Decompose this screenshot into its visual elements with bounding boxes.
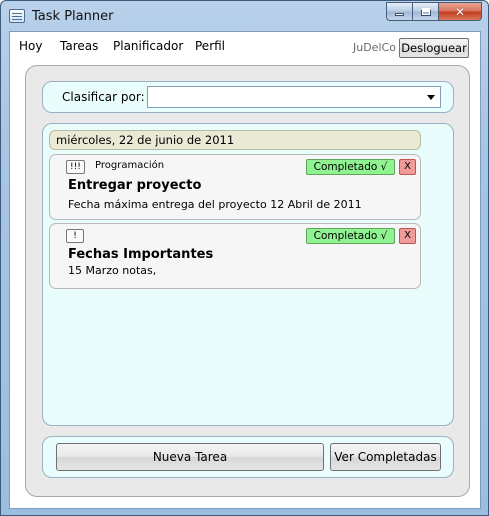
sort-label: Clasificar por: — [62, 90, 145, 104]
menu-bar: Hoy Tareas Planificador Perfil JuDelCo D… — [10, 32, 480, 60]
new-task-button[interactable]: Nueva Tarea — [56, 443, 324, 471]
minimize-button[interactable] — [386, 2, 413, 21]
completed-button[interactable]: Completado √ — [306, 228, 395, 244]
window-frame: Task Planner ✕ Hoy Tareas Planificador P… — [0, 0, 489, 516]
task-card: ! Completado √ X Fechas Importantes 15 M… — [49, 223, 421, 289]
maximize-button[interactable] — [413, 2, 439, 21]
task-description: Fecha máxima entrega del proyecto 12 Abr… — [68, 198, 362, 211]
close-button[interactable]: ✕ — [439, 2, 482, 21]
date-header: miércoles, 22 de junio de 2011 — [49, 130, 421, 150]
menu-hoy[interactable]: Hoy — [19, 39, 42, 53]
window-controls: ✕ — [386, 2, 482, 21]
sort-dropdown[interactable] — [147, 86, 441, 108]
sort-panel: Clasificar por: — [42, 81, 454, 113]
logout-button[interactable]: Desloguear — [399, 38, 469, 58]
main-panel: Clasificar por: miércoles, 22 de junio d… — [25, 65, 470, 497]
close-icon: ✕ — [454, 4, 466, 19]
task-card: !!! Programación Completado √ X Entregar… — [49, 154, 421, 220]
show-completed-button[interactable]: Ver Completadas — [330, 443, 441, 471]
delete-task-button[interactable]: X — [399, 159, 416, 175]
minimize-icon — [395, 13, 404, 16]
task-title: Fechas Importantes — [68, 247, 214, 262]
priority-badge: !!! — [66, 160, 85, 174]
username-label: JuDelCo — [353, 41, 396, 54]
actions-panel: Nueva Tarea Ver Completadas — [42, 436, 454, 478]
dropdown-arrow-icon[interactable] — [427, 95, 435, 100]
menu-tareas[interactable]: Tareas — [60, 39, 98, 53]
priority-badge: ! — [66, 229, 84, 243]
window-title: Task Planner — [32, 9, 114, 24]
client-area: Hoy Tareas Planificador Perfil JuDelCo D… — [9, 31, 481, 509]
task-description: 15 Marzo notas, — [68, 264, 157, 277]
task-title: Entregar proyecto — [68, 178, 202, 193]
maximize-icon — [420, 7, 431, 16]
task-category: Programación — [95, 160, 165, 171]
menu-perfil[interactable]: Perfil — [195, 39, 225, 53]
task-list-panel: miércoles, 22 de junio de 2011 !!! Progr… — [42, 123, 454, 426]
delete-task-button[interactable]: X — [399, 228, 416, 244]
app-icon — [9, 9, 25, 23]
completed-button[interactable]: Completado √ — [306, 159, 395, 175]
menu-planificador[interactable]: Planificador — [113, 39, 183, 53]
title-bar[interactable]: Task Planner ✕ — [1, 1, 488, 31]
